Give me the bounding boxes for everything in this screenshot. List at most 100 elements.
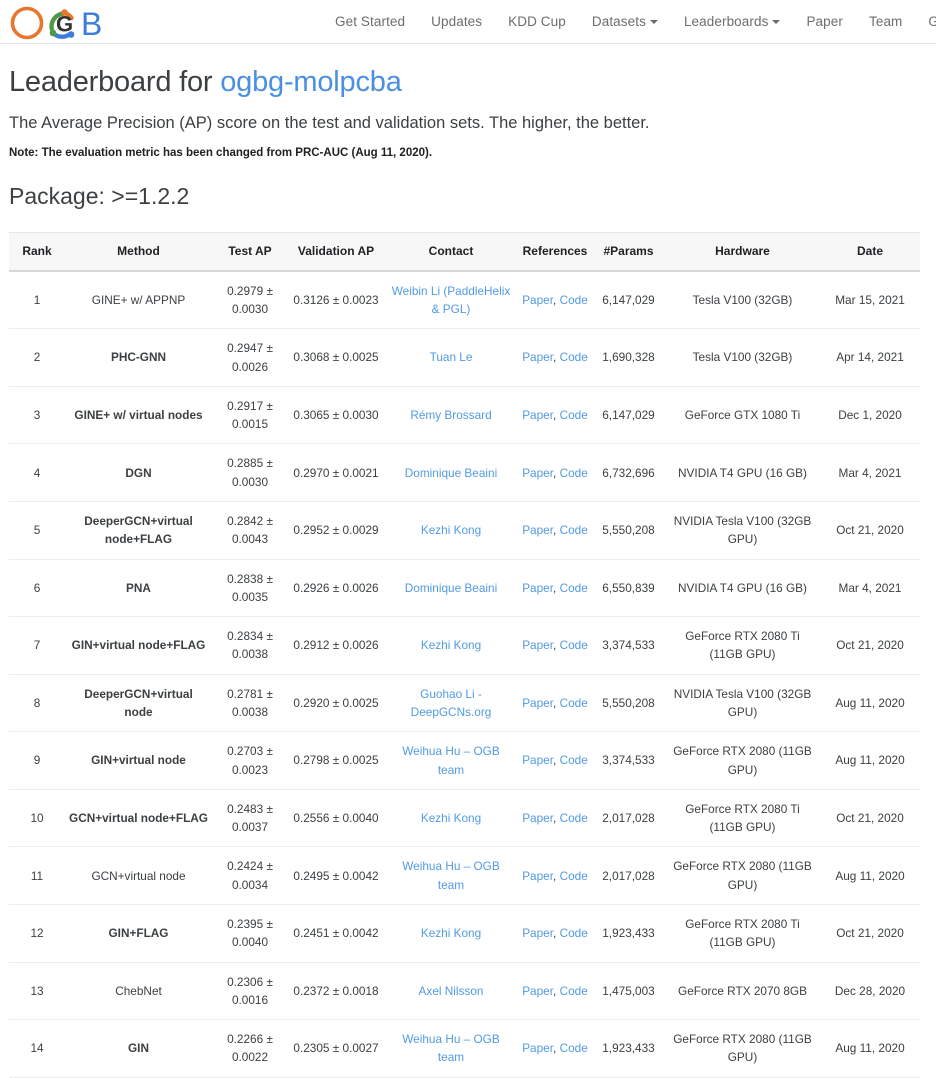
paper-link[interactable]: Paper <box>522 926 553 940</box>
col-header-validation-ap[interactable]: Validation AP <box>288 231 384 272</box>
code-link[interactable]: Code <box>560 753 588 767</box>
code-link[interactable]: Code <box>560 984 588 998</box>
cell-test-ap: 0.2266 ± 0.0022 <box>212 1019 288 1078</box>
nav-label: Leaderboards <box>683 14 769 29</box>
cell-rank: 5 <box>9 501 65 560</box>
code-link[interactable]: Code <box>560 811 588 825</box>
cell-rank: 6 <box>9 559 65 618</box>
ogb-logo[interactable]: G B <box>8 4 118 42</box>
col-header-method[interactable]: Method <box>65 231 212 272</box>
dataset-name-link[interactable]: ogbg-molpcba <box>220 66 402 98</box>
paper-link[interactable]: Paper <box>522 984 553 998</box>
contact-link[interactable]: Axel Nilsson <box>419 984 484 998</box>
cell-references: Paper, Code <box>518 559 592 618</box>
code-link[interactable]: Code <box>560 408 588 422</box>
cell-params: 6,147,029 <box>592 270 665 330</box>
paper-link[interactable]: Paper <box>522 869 553 883</box>
code-link[interactable]: Code <box>560 638 588 652</box>
code-link[interactable]: Code <box>560 696 588 710</box>
code-link[interactable]: Code <box>560 1041 588 1055</box>
nav-item-github[interactable]: Github <box>915 10 936 33</box>
code-link[interactable]: Code <box>560 350 588 364</box>
contact-link[interactable]: Guohao Li - DeepGCNs.org <box>411 687 492 719</box>
col-header-test-ap[interactable]: Test AP <box>212 231 288 272</box>
col-header-rank[interactable]: Rank <box>9 231 65 272</box>
nav-label: Paper <box>806 14 843 29</box>
cell-hardware: GeForce RTX 2080 (11GB GPU) <box>665 1019 820 1078</box>
nav-item-updates[interactable]: Updates <box>418 10 495 33</box>
cell-test-ap: 0.2885 ± 0.0030 <box>212 443 288 503</box>
cell-references: Paper, Code <box>518 386 592 445</box>
contact-link[interactable]: Weibin Li (PaddleHelix & PGL) <box>392 284 510 316</box>
table-header: Rank Method Test AP Validation AP Contac… <box>9 231 920 272</box>
code-link[interactable]: Code <box>560 293 588 307</box>
paper-link[interactable]: Paper <box>522 523 553 537</box>
table-row: 10 GCN+virtual node+FLAG 0.2483 ± 0.0037 0.… <box>9 789 920 848</box>
cell-params: 6,147,029 <box>592 386 665 445</box>
top-navbar: G B Get Started Updates KDD Cup Datasets… <box>0 0 936 44</box>
nav-item-leaderboards[interactable]: Leaderboards <box>671 10 794 33</box>
cell-test-ap: 0.2424 ± 0.0034 <box>212 846 288 905</box>
nav-item-get-started[interactable]: Get Started <box>322 10 418 33</box>
paper-link[interactable]: Paper <box>522 753 553 767</box>
cell-validation-ap: 0.3126 ± 0.0023 <box>288 270 384 330</box>
contact-link[interactable]: Kezhi Kong <box>421 638 481 652</box>
code-link[interactable]: Code <box>560 926 588 940</box>
code-link[interactable]: Code <box>560 869 588 883</box>
col-header-params[interactable]: #Params <box>592 231 665 272</box>
cell-validation-ap: 0.2952 ± 0.0029 <box>288 501 384 560</box>
paper-link[interactable]: Paper <box>522 408 553 422</box>
table-row: 8 DeeperGCN+virtual node 0.2781 ± 0.0038 0.… <box>9 674 920 733</box>
contact-link[interactable]: Weihua Hu – OGB team <box>402 1032 499 1064</box>
paper-link[interactable]: Paper <box>522 466 553 480</box>
contact-link[interactable]: Weihua Hu – OGB team <box>402 859 499 891</box>
paper-link[interactable]: Paper <box>522 350 553 364</box>
cell-references: Paper, Code <box>518 270 592 330</box>
code-link[interactable]: Code <box>560 523 588 537</box>
nav-item-team[interactable]: Team <box>856 10 915 33</box>
code-link[interactable]: Code <box>560 581 588 595</box>
contact-link[interactable]: Dominique Beaini <box>405 581 497 595</box>
cell-test-ap: 0.2395 ± 0.0040 <box>212 904 288 963</box>
contact-link[interactable]: Kezhi Kong <box>421 926 481 940</box>
contact-link[interactable]: Weihua Hu – OGB team <box>402 744 499 776</box>
leaderboard-table-wrap: Rank Method Test AP Validation AP Contac… <box>9 231 920 1078</box>
cell-date: Mar 4, 2021 <box>820 443 920 503</box>
cell-params: 3,374,533 <box>592 731 665 790</box>
contact-link[interactable]: Dominique Beaini <box>405 466 497 480</box>
cell-references: Paper, Code <box>518 789 592 848</box>
contact-link[interactable]: Rémy Brossard <box>410 408 491 422</box>
col-header-contact[interactable]: Contact <box>384 231 518 272</box>
contact-link[interactable]: Kezhi Kong <box>421 811 481 825</box>
package-version: Package: >=1.2.2 <box>9 183 190 210</box>
cell-references: Paper, Code <box>518 731 592 790</box>
table-row: 5 DeeperGCN+virtual node+FLAG 0.2842 ± 0.0… <box>9 501 920 560</box>
col-header-hardware[interactable]: Hardware <box>665 231 820 272</box>
code-link[interactable]: Code <box>560 466 588 480</box>
cell-params: 1,923,433 <box>592 904 665 963</box>
cell-method: GINE+ w/ virtual nodes <box>65 386 212 445</box>
nav-item-paper[interactable]: Paper <box>793 10 856 33</box>
paper-link[interactable]: Paper <box>522 696 553 710</box>
paper-link[interactable]: Paper <box>522 638 553 652</box>
paper-link[interactable]: Paper <box>522 293 553 307</box>
cell-test-ap: 0.2834 ± 0.0038 <box>212 616 288 675</box>
cell-rank: 2 <box>9 328 65 387</box>
cell-params: 1,475,003 <box>592 962 665 1021</box>
cell-params: 5,550,208 <box>592 674 665 733</box>
cell-test-ap: 0.2703 ± 0.0023 <box>212 731 288 790</box>
col-header-references[interactable]: References <box>518 231 592 272</box>
nav-item-kdd-cup[interactable]: KDD Cup <box>495 10 579 33</box>
cell-validation-ap: 0.2798 ± 0.0025 <box>288 731 384 790</box>
paper-link[interactable]: Paper <box>522 1041 553 1055</box>
cell-method: DeeperGCN+virtual node+FLAG <box>65 501 212 560</box>
contact-link[interactable]: Kezhi Kong <box>421 523 481 537</box>
nav-item-datasets[interactable]: Datasets <box>579 10 671 33</box>
paper-link[interactable]: Paper <box>522 811 553 825</box>
cell-rank: 8 <box>9 674 65 733</box>
col-header-date[interactable]: Date <box>820 231 920 272</box>
nav-links: Get Started Updates KDD Cup Datasets Lea… <box>322 10 936 33</box>
contact-link[interactable]: Tuan Le <box>430 350 473 364</box>
paper-link[interactable]: Paper <box>522 581 553 595</box>
cell-contact: Axel Nilsson <box>384 962 518 1021</box>
